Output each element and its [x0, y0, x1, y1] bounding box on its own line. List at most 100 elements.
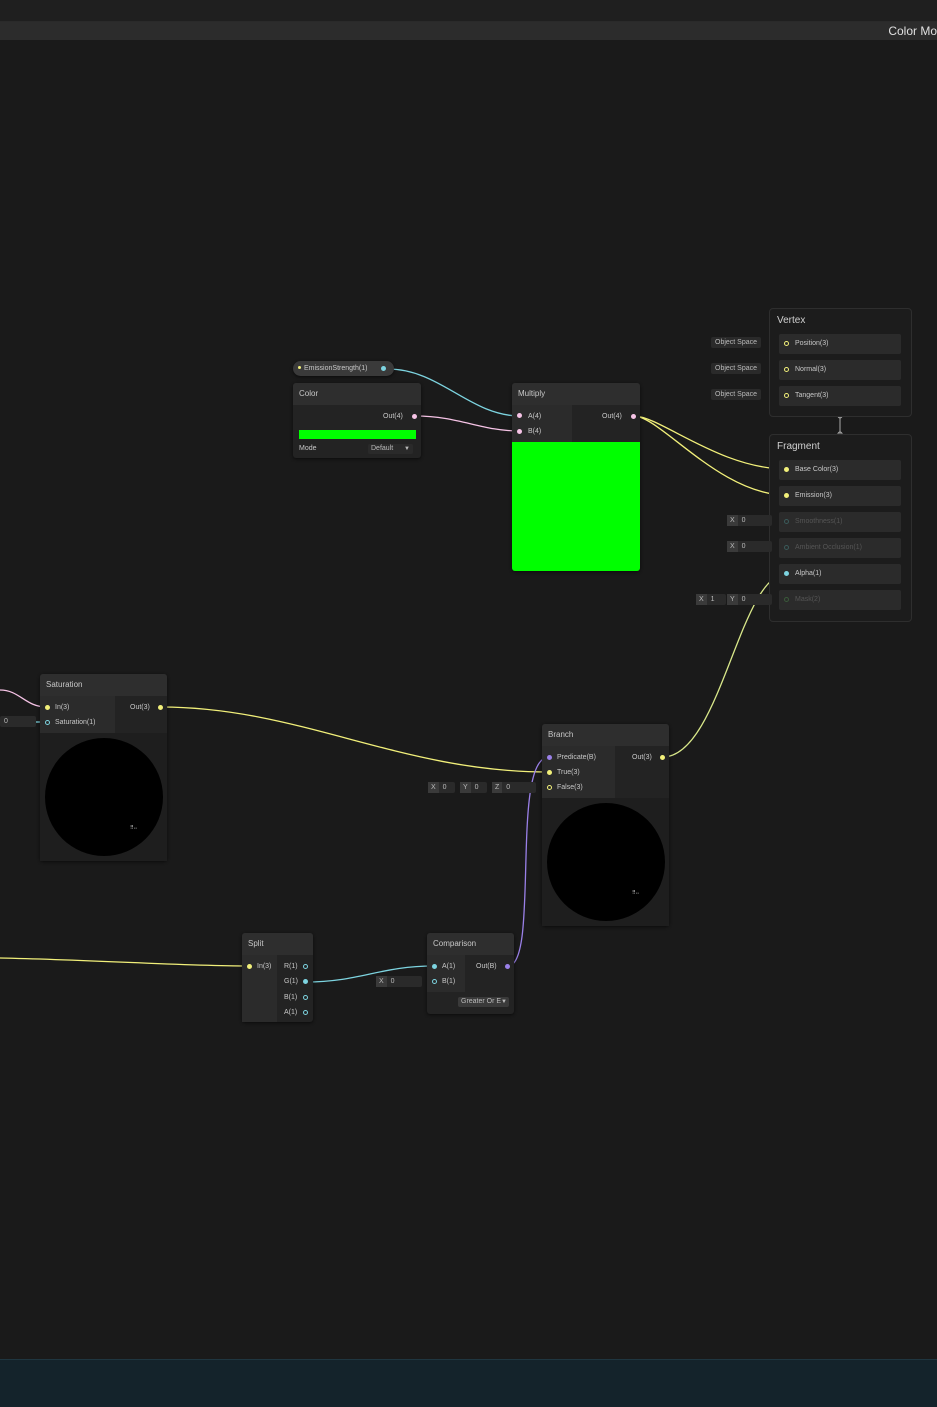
color-swatch[interactable]	[299, 430, 416, 439]
branch-false-z-field[interactable]: Z0	[492, 782, 536, 793]
comparison-node[interactable]: Comparison A(1) B(1) Out(B) Greater Or E…	[427, 933, 514, 1014]
emission-port[interactable]	[784, 493, 789, 498]
fragment-ao-block[interactable]: Ambient Occlusion(1)	[779, 538, 901, 558]
ao-port[interactable]	[784, 545, 789, 550]
saturation-preview: ⠿⠤	[40, 733, 167, 861]
alpha-port[interactable]	[784, 571, 789, 576]
branch-false-z-value: 0	[506, 784, 511, 791]
multiply-b-port[interactable]	[517, 429, 522, 434]
position-space-field[interactable]: Object Space	[711, 337, 762, 348]
smoothness-port[interactable]	[784, 519, 789, 524]
comparison-out-port[interactable]	[505, 964, 510, 969]
normal-space-field[interactable]: Object Space	[711, 363, 762, 374]
chevron-down-icon: ▼	[501, 999, 507, 1005]
alpha-label: Alpha(1)	[795, 570, 822, 577]
smoothness-x-value: 0	[741, 517, 746, 524]
property-out-port[interactable]	[381, 366, 386, 371]
multiply-a-port[interactable]	[517, 413, 522, 418]
branch-node[interactable]: Branch Predicate(B) True(3) False(3) Out…	[542, 724, 669, 926]
saturation-inputs-panel	[40, 696, 115, 733]
basecolor-port[interactable]	[784, 467, 789, 472]
property-node-emission-strength[interactable]: EmissionStrength(1)	[293, 361, 394, 376]
branch-false-x-axis: X	[428, 782, 439, 793]
mask-x-field[interactable]: X1	[696, 594, 726, 605]
basecolor-label: Base Color(3)	[795, 466, 839, 473]
saturation-preview-sphere	[45, 738, 163, 856]
vertex-tangent-block[interactable]: Tangent(3)	[779, 386, 901, 406]
branch-true-port[interactable]	[547, 770, 552, 775]
split-in-label: In(3)	[257, 963, 272, 970]
wire-multiply-to-basecolor	[633, 415, 787, 470]
multiply-out-label: Out(4)	[602, 413, 622, 420]
saturation-offscreen-value[interactable]: 0	[0, 716, 36, 727]
smoothness-value-field[interactable]: X0	[727, 515, 772, 526]
saturation-amount-port[interactable]	[45, 720, 50, 725]
comparison-a-port[interactable]	[432, 964, 437, 969]
saturation-node-title: Saturation	[40, 674, 167, 696]
mask-y-field[interactable]: Y0	[727, 594, 772, 605]
comparison-out-label: Out(B)	[476, 963, 497, 970]
branch-false-x-field[interactable]: X0	[428, 782, 455, 793]
multiply-node-title: Multiply	[512, 383, 640, 405]
wire-saturation-to-branch-true	[160, 706, 549, 773]
vertex-normal-block[interactable]: Normal(3)	[779, 360, 901, 380]
branch-false-z-axis: Z	[492, 782, 503, 793]
saturation-in-label: In(3)	[55, 704, 70, 711]
comparison-b-label: B(1)	[442, 978, 456, 985]
mode-dropdown[interactable]: Default ▼	[368, 444, 413, 454]
tangent-port[interactable]	[784, 393, 789, 398]
mask-port[interactable]	[784, 597, 789, 602]
vertex-position-block[interactable]: Position(3)	[779, 334, 901, 354]
vertex-stack[interactable]: Vertex Position(3) Normal(3) Tangent(3)	[769, 308, 912, 417]
split-node[interactable]: Split In(3) R(1) G(1) B(1) A(1)	[242, 933, 313, 1022]
multiply-out-port[interactable]	[631, 414, 636, 419]
emission-label: Emission(3)	[795, 492, 832, 499]
split-r-port[interactable]	[303, 964, 308, 969]
branch-false-y-field[interactable]: Y0	[460, 782, 487, 793]
mask-label: Mask(2)	[795, 596, 821, 603]
position-port[interactable]	[784, 341, 789, 346]
saturation-node[interactable]: Saturation In(3) Saturation(1) Out(3) ⠿⠤	[40, 674, 167, 861]
tangent-space-field[interactable]: Object Space	[711, 389, 762, 400]
branch-preview-sphere	[547, 803, 665, 921]
mask-y-value: 0	[741, 596, 746, 603]
comparison-op-value: Greater Or E	[461, 998, 502, 1005]
branch-predicate-port[interactable]	[547, 755, 552, 760]
fragment-stack[interactable]: Fragment Base Color(3) Emission(3) Smoot…	[769, 434, 912, 622]
color-node[interactable]: Color Out(4) Mode Default ▼	[293, 383, 421, 458]
mode-value: Default	[371, 445, 394, 452]
tangent-label: Tangent(3)	[795, 392, 829, 399]
wire-multiply-to-emission	[633, 415, 787, 496]
multiply-node[interactable]: Multiply A(4) B(4) Out(4)	[512, 383, 640, 571]
ao-value-field[interactable]: X0	[727, 541, 772, 552]
branch-predicate-label: Predicate(B)	[557, 754, 596, 761]
branch-false-port[interactable]	[547, 785, 552, 790]
color-out-port[interactable]	[412, 414, 417, 419]
comparison-a-label: A(1)	[442, 963, 456, 970]
split-b-label: B(1)	[284, 994, 298, 1001]
saturation-in-port[interactable]	[45, 705, 50, 710]
saturation-out-port[interactable]	[158, 705, 163, 710]
fragment-smoothness-block[interactable]: Smoothness(1)	[779, 512, 901, 532]
position-label: Position(3)	[795, 340, 829, 347]
fragment-alpha-block[interactable]: Alpha(1)	[779, 564, 901, 584]
smoothness-label: Smoothness(1)	[795, 518, 843, 525]
branch-out-port[interactable]	[660, 755, 665, 760]
smoothness-x-axis: X	[727, 515, 738, 526]
split-a-port[interactable]	[303, 1010, 308, 1015]
split-g-port[interactable]	[303, 979, 308, 984]
comparison-op-dropdown[interactable]: Greater Or E ▼	[458, 997, 509, 1007]
branch-true-label: True(3)	[557, 769, 580, 776]
fragment-emission-block[interactable]: Emission(3)	[779, 486, 901, 506]
comparison-b-x-axis: X	[376, 976, 387, 987]
fragment-mask-block[interactable]: Mask(2)	[779, 590, 901, 610]
mask-y-axis: Y	[727, 594, 738, 605]
fragment-basecolor-block[interactable]: Base Color(3)	[779, 460, 901, 480]
color-out-label: Out(4)	[383, 413, 403, 420]
branch-false-x-value: 0	[442, 784, 447, 791]
comparison-b-port[interactable]	[432, 979, 437, 984]
split-in-port[interactable]	[247, 964, 252, 969]
split-b-port[interactable]	[303, 995, 308, 1000]
normal-port[interactable]	[784, 367, 789, 372]
comparison-b-field[interactable]: X0	[376, 976, 422, 987]
